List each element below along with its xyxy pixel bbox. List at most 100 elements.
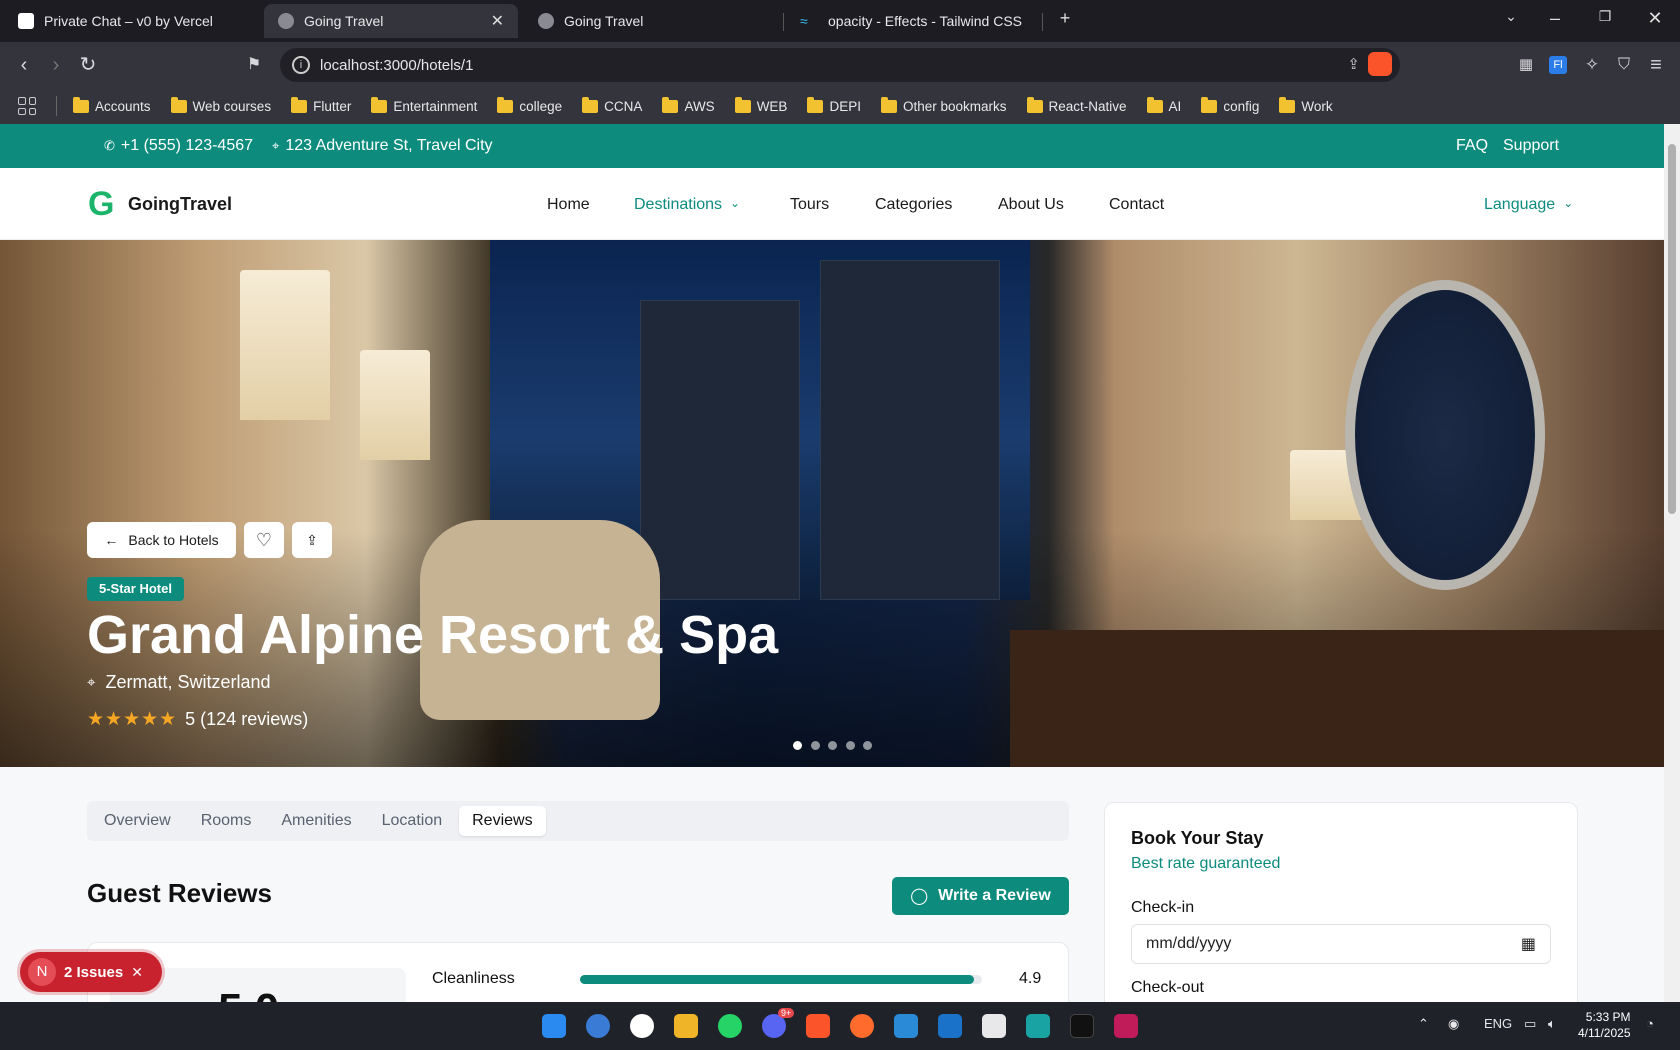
tab-title: Private Chat – v0 by Vercel xyxy=(44,13,213,29)
app-icon[interactable] xyxy=(630,1014,654,1038)
support-link[interactable]: Support xyxy=(1503,137,1559,155)
app-icon[interactable] xyxy=(938,1014,962,1038)
folder-icon xyxy=(1026,96,1043,113)
bookmark-folder[interactable]: Web courses xyxy=(170,96,271,114)
minimize-icon[interactable]: – xyxy=(1540,8,1570,29)
bookmark-folder[interactable]: AWS xyxy=(662,96,715,114)
main-nav xyxy=(0,168,1664,240)
app-icon[interactable] xyxy=(586,1014,610,1038)
app-icon[interactable] xyxy=(1070,1014,1094,1038)
language-selector[interactable]: Language ⌄ xyxy=(1484,196,1573,214)
bookmark-folder[interactable]: Flutter xyxy=(291,96,351,114)
volume-icon[interactable]: 🔈︎ xyxy=(1548,1016,1556,1032)
dev-issues-badge[interactable]: N 2 Issues ✕ xyxy=(20,952,162,992)
start-icon[interactable] xyxy=(542,1014,566,1038)
close-window-icon[interactable]: ✕ xyxy=(1640,8,1670,29)
menu-icon[interactable]: ≡ xyxy=(1642,51,1670,79)
page-scrollbar[interactable] xyxy=(1664,124,1680,1002)
back-icon[interactable]: ‹ xyxy=(10,51,38,79)
tray-chevron-icon[interactable]: ⌃ xyxy=(1418,1016,1429,1032)
back-to-hotels-button[interactable]: ← Back to Hotels xyxy=(87,522,236,558)
scrollbar-thumb[interactable] xyxy=(1668,144,1676,514)
folder-icon xyxy=(807,96,824,113)
nav-tours[interactable]: Tours xyxy=(790,196,829,214)
bookmark-folder[interactable]: Other bookmarks xyxy=(880,96,1007,114)
write-review-button[interactable]: ◯ Write a Review xyxy=(892,877,1069,915)
browser-tab[interactable]: Going Travel xyxy=(524,4,774,38)
carousel-dot[interactable] xyxy=(793,741,802,750)
tab-location[interactable]: Location xyxy=(369,806,456,836)
faq-link[interactable]: FAQ xyxy=(1456,137,1488,155)
share-button[interactable]: ⇪ xyxy=(292,522,332,558)
notification-badge: 9+ xyxy=(778,1008,795,1018)
carousel-dot[interactable] xyxy=(828,741,837,750)
tailwind-favicon-icon: ≈ xyxy=(800,13,808,29)
bookmark-folder[interactable]: Accounts xyxy=(73,96,151,114)
input-language[interactable]: ENG xyxy=(1484,1016,1512,1031)
app-icon[interactable] xyxy=(1114,1014,1138,1038)
brave-shield-icon[interactable] xyxy=(1368,52,1392,76)
bookmark-folder[interactable]: React-Native xyxy=(1026,96,1127,114)
phone-contact[interactable]: ✆ +1 (555) 123-4567 xyxy=(104,137,253,155)
tab-overview[interactable]: Overview xyxy=(91,806,184,836)
close-tab-icon[interactable]: ✕ xyxy=(491,11,504,31)
nav-destinations[interactable]: Destinations ⌄ xyxy=(634,196,740,214)
bookmark-folder[interactable]: AI xyxy=(1146,96,1181,114)
nav-home[interactable]: Home xyxy=(547,196,590,214)
brave-icon[interactable] xyxy=(806,1014,830,1038)
bookmark-folder[interactable]: config xyxy=(1201,96,1259,114)
extension-icon[interactable]: ▦ xyxy=(1512,51,1540,79)
extension-fi-icon[interactable]: Fl xyxy=(1549,56,1567,74)
whatsapp-icon[interactable] xyxy=(718,1014,742,1038)
arduino-icon[interactable] xyxy=(1026,1014,1050,1038)
folder-icon xyxy=(880,96,897,113)
reload-icon[interactable]: ↻ xyxy=(74,51,102,79)
carousel-dot[interactable] xyxy=(863,741,872,750)
bookmark-folder[interactable]: CCNA xyxy=(582,96,642,114)
brand-logo[interactable]: G GoingTravel xyxy=(88,187,232,221)
app-icon[interactable] xyxy=(982,1014,1006,1038)
carousel-dot[interactable] xyxy=(811,741,820,750)
bookmark-folder[interactable]: Entertainment xyxy=(371,96,477,114)
bookmark-icon[interactable]: ⚑ xyxy=(240,51,268,79)
bookmarks-divider xyxy=(56,96,57,116)
file-explorer-icon[interactable] xyxy=(674,1014,698,1038)
browser-tab-active[interactable]: Going Travel ✕ xyxy=(264,4,518,38)
nav-contact[interactable]: Contact xyxy=(1109,196,1164,214)
forward-icon[interactable]: › xyxy=(42,51,70,79)
calendar-icon[interactable]: ▦ xyxy=(1521,934,1536,954)
discord-tray-icon[interactable]: ◉ xyxy=(1448,1016,1459,1032)
puzzle-icon[interactable]: ✧ xyxy=(1578,51,1606,79)
tab-reviews[interactable]: Reviews xyxy=(459,806,546,836)
detail-tabs: Overview Rooms Amenities Location Review… xyxy=(87,801,1069,841)
postman-icon[interactable] xyxy=(850,1014,874,1038)
system-clock[interactable]: 5:33 PM 4/11/2025 xyxy=(1578,1009,1631,1041)
bookmark-folder[interactable]: WEB xyxy=(734,96,787,114)
favorite-button[interactable]: ♡ xyxy=(244,522,284,558)
browser-tab[interactable]: Private Chat – v0 by Vercel xyxy=(4,4,262,38)
nav-categories[interactable]: Categories xyxy=(875,196,952,214)
arrow-left-icon: ← xyxy=(104,532,119,548)
tab-amenities[interactable]: Amenities xyxy=(268,806,364,836)
bookmark-folder[interactable]: Work xyxy=(1279,96,1333,114)
apps-icon[interactable] xyxy=(18,97,36,115)
tab-rooms[interactable]: Rooms xyxy=(188,806,265,836)
booking-title: Book Your Stay xyxy=(1131,828,1264,848)
tab-search-icon[interactable]: ⌄ xyxy=(1496,8,1526,25)
notifications-icon[interactable]: ◔ xyxy=(1646,1016,1654,1031)
vpn-icon[interactable]: ⛉ xyxy=(1610,51,1638,79)
vscode-icon[interactable] xyxy=(894,1014,918,1038)
checkin-date-input[interactable]: mm/dd/yyyy ▦ xyxy=(1131,924,1551,964)
address-bar[interactable]: i localhost:3000/hotels/1 ⇪ xyxy=(280,48,1400,82)
browser-tab[interactable]: ≈ opacity - Effects - Tailwind CSS xyxy=(786,4,1040,38)
site-info-icon[interactable]: i xyxy=(292,56,310,74)
share-icon[interactable]: ⇪ xyxy=(1347,55,1360,73)
carousel-dot[interactable] xyxy=(846,741,855,750)
bookmark-folder[interactable]: DEPI xyxy=(807,96,861,114)
bookmark-folder[interactable]: college xyxy=(497,96,562,114)
network-icon[interactable]: ▭ xyxy=(1524,1016,1536,1032)
maximize-icon[interactable]: ❐ xyxy=(1590,8,1620,25)
nav-about[interactable]: About Us xyxy=(998,196,1064,214)
close-icon[interactable]: ✕ xyxy=(131,964,143,981)
new-tab-icon[interactable]: + xyxy=(1050,8,1080,29)
